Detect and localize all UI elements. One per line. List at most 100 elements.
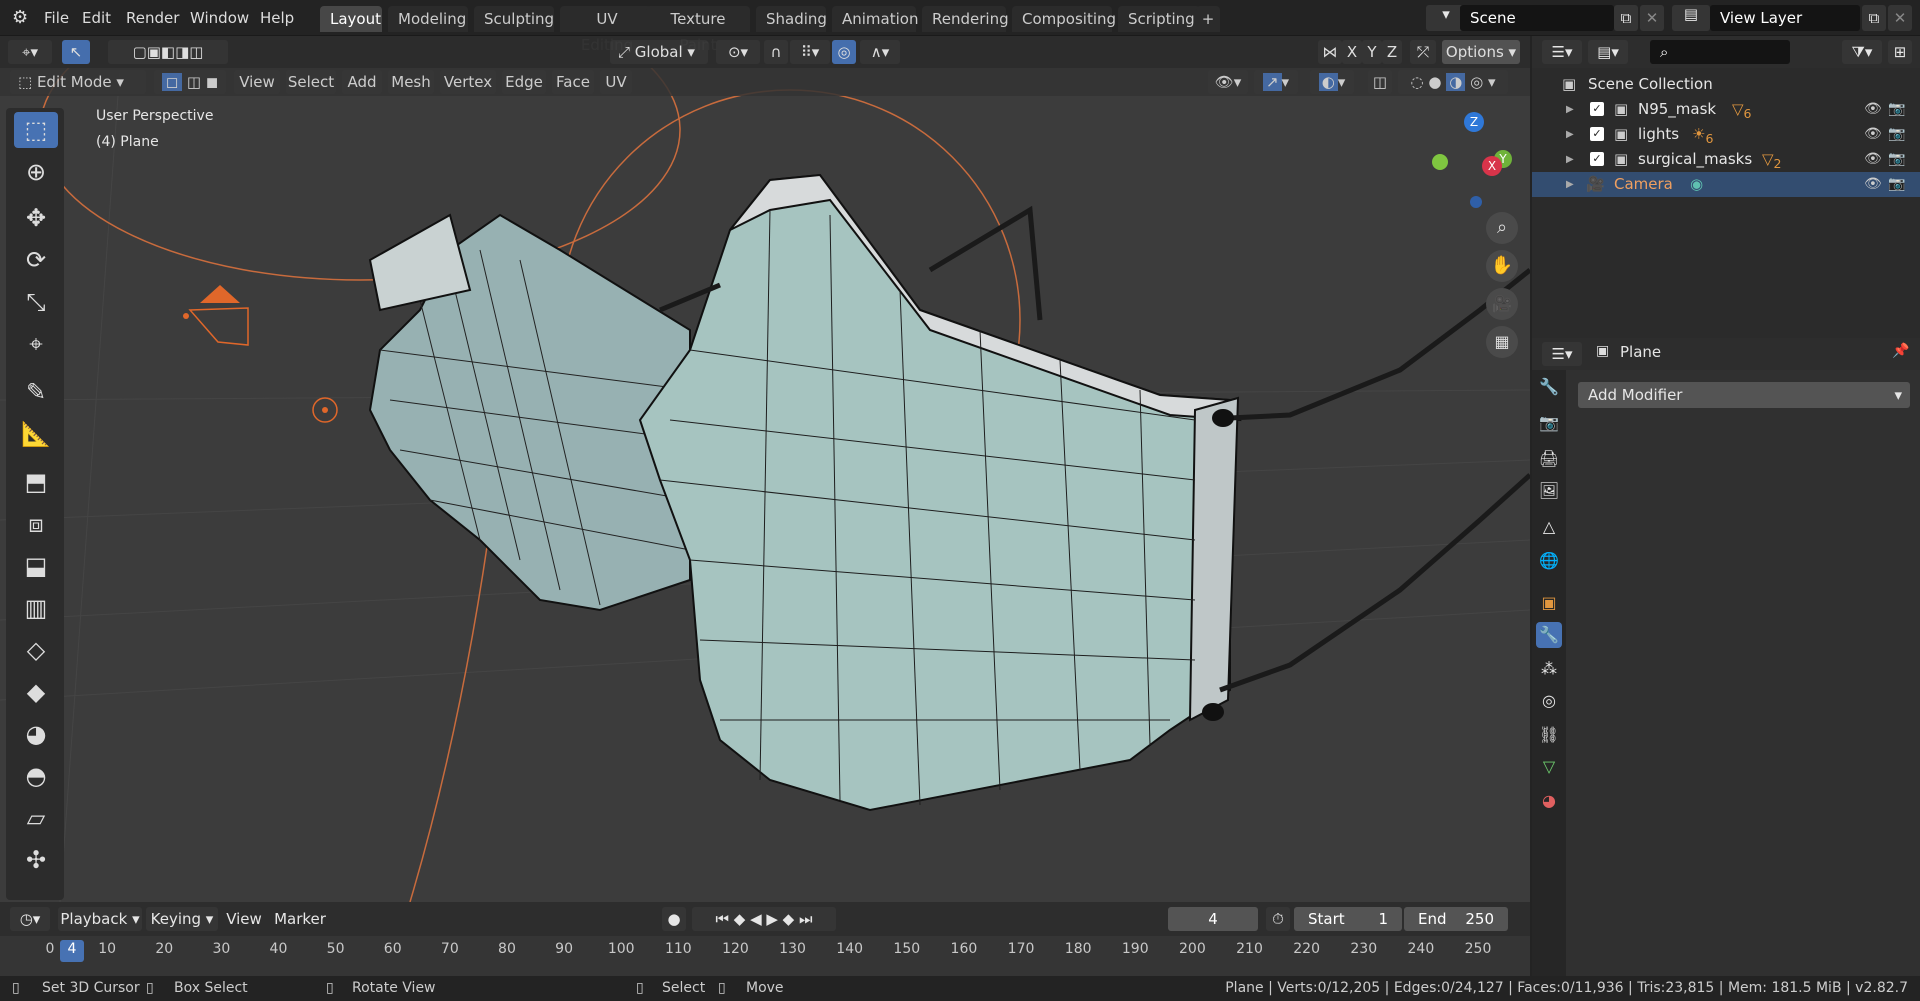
particles-tab-icon[interactable]: ⁂ [1536,656,1562,682]
menu-vertex[interactable]: Vertex [440,70,496,94]
mode-select[interactable]: ⬚ Edit Mode ▾ [10,70,146,94]
selection-mode-icons[interactable]: ▢▣◧◨◫ [108,40,228,64]
properties-editor-icon[interactable]: ☰▾ [1542,342,1582,366]
outliner-editor-icon[interactable]: ☰▾ [1542,40,1582,64]
bevel-icon[interactable]: ⬓ [14,548,58,584]
menu-add[interactable]: Add [342,70,382,94]
view-layer-icon[interactable]: ▤ [1672,5,1710,31]
transform-icon[interactable]: ⌖ [14,326,58,362]
view-layer-tab-icon[interactable]: 🖼 [1536,478,1562,504]
move-icon[interactable]: ✥ [14,200,58,236]
light-object[interactable] [312,397,338,423]
filter-icon[interactable]: ⧩▾ [1842,40,1882,64]
delete-view-layer-icon[interactable]: ✕ [1888,5,1912,31]
exclude-checkbox[interactable]: ✓ [1590,152,1604,166]
new-scene-icon[interactable]: ⧉ [1614,5,1638,31]
keying-menu[interactable]: Keying ▾ [146,907,218,931]
tab-rendering[interactable]: Rendering [922,6,1009,32]
perspective-grid-icon[interactable]: ▦ [1486,326,1518,358]
new-collection-icon[interactable]: ⊞ [1888,40,1912,64]
tab-scripting[interactable]: Scripting [1118,6,1200,32]
render-tab-icon[interactable]: 📷 [1536,410,1562,436]
expand-icon[interactable]: ▶ [1566,97,1574,122]
camera-object[interactable] [183,285,249,346]
outliner-item-camera[interactable]: ▶ 🎥 Camera ◉ 👁 📷 [1532,172,1920,197]
xray-icon[interactable]: ◫ [1368,70,1392,94]
outliner-item-n95-mask[interactable]: ▶ ✓ ▣ N95_mask ▽6 👁 📷 [1532,97,1920,122]
tool-tab-icon[interactable]: 🔧 [1536,374,1562,400]
annotate-icon[interactable]: ✎ [14,374,58,410]
pivot-icon[interactable]: ⊙▾ [716,40,760,64]
display-mode-icon[interactable]: ▤▾ [1588,40,1628,64]
scene-tab-icon[interactable]: △ [1536,514,1562,540]
scale-icon[interactable]: ⤡ [14,284,58,320]
mirror-x-toggle[interactable]: X [1342,40,1362,64]
surgical-mask-mesh[interactable] [638,173,1242,812]
navigation-gizmo[interactable]: Z Y X [1420,104,1520,214]
expand-icon[interactable]: ▶ [1566,172,1574,197]
scene-field[interactable]: Scene [1460,5,1614,31]
timeline-editor-icon[interactable]: ◷▾ [10,907,50,931]
tab-animation[interactable]: Animation [832,6,918,32]
end-frame-field[interactable]: End 250 [1404,907,1508,931]
playback-menu[interactable]: Playback ▾ [58,907,142,931]
marker-menu[interactable]: Marker [272,907,328,931]
render-camera-icon[interactable]: 📷 [1888,172,1905,197]
gizmo-neg-y[interactable] [1432,154,1448,170]
physics-tab-icon[interactable]: ◎ [1536,688,1562,714]
mirror-y-toggle[interactable]: Y [1362,40,1382,64]
menu-face[interactable]: Face [552,70,594,94]
world-tab-icon[interactable]: 🌐 [1536,548,1562,574]
options-dropdown[interactable]: Options ▾ [1442,40,1520,64]
zoom-icon[interactable]: ⌕ [1486,212,1518,244]
menu-edge[interactable]: Edge [502,70,546,94]
gizmo-z-axis[interactable]: Z [1464,112,1484,132]
mesh-data-tab-icon[interactable]: ▽ [1536,754,1562,780]
mesh-select-mode-icons[interactable]: ◻ ◫ ◼ [154,70,226,94]
menu-uv[interactable]: UV [600,70,632,94]
exclude-checkbox[interactable]: ✓ [1590,102,1604,116]
current-frame-field[interactable]: 4 [1168,907,1258,931]
menu-view[interactable]: View [234,70,280,94]
object-tab-icon[interactable]: ▣ [1536,590,1562,616]
render-camera-icon[interactable]: 📷 [1888,122,1905,147]
eye-icon[interactable]: 👁 [1864,147,1882,172]
extrude-icon[interactable]: ⬒ [14,464,58,500]
add-modifier-dropdown[interactable]: Add Modifier ▾ [1578,382,1910,408]
gizmo-neg-z[interactable] [1470,196,1482,208]
snap-icon[interactable]: ∩ [764,40,788,64]
expand-icon[interactable]: ▶ [1566,122,1574,147]
mirror-icon[interactable]: ⋈ [1318,40,1342,64]
expand-icon[interactable]: ▶ [1566,147,1574,172]
select-box-icon[interactable]: ⬚ [14,112,58,148]
shear-icon[interactable]: ▱ [14,800,58,836]
knife-icon[interactable]: ◇ [14,632,58,668]
falloff-icon[interactable]: ∧▾ [860,40,900,64]
menu-render[interactable]: Render [122,6,183,30]
tab-layout[interactable]: Layout [320,6,382,32]
visibility-icon[interactable]: 👁▾ [1208,70,1248,94]
outliner-item-lights[interactable]: ▶ ✓ ▣ lights ☀6 👁 📷 [1532,122,1920,147]
menu-mesh[interactable]: Mesh [388,70,434,94]
tab-modeling[interactable]: Modeling [388,6,468,32]
outliner-item-surgical-masks[interactable]: ▶ ✓ ▣ surgical_masks ▽2 👁 📷 [1532,147,1920,172]
output-tab-icon[interactable]: 🖨 [1536,446,1562,472]
render-camera-icon[interactable]: 📷 [1888,147,1905,172]
n95-mask-mesh[interactable] [368,213,691,612]
rotate-icon[interactable]: ⟳ [14,242,58,278]
stopwatch-icon[interactable]: ⏱ [1266,907,1290,931]
rip-icon[interactable]: ✣ [14,842,58,878]
pin-icon[interactable]: 📌 [1892,343,1909,359]
eye-icon[interactable]: 👁 [1864,122,1882,147]
scene-collection-row[interactable]: ▣ Scene Collection [1532,72,1920,97]
spin-icon[interactable]: ◕ [14,716,58,752]
menu-help[interactable]: Help [256,6,298,30]
tab-sculpting[interactable]: Sculpting [474,6,554,32]
add-workspace-button[interactable]: + [1196,6,1220,32]
render-camera-icon[interactable]: 📷 [1888,97,1905,122]
select-cursor-icon[interactable]: ↖ [62,40,90,64]
pan-hand-icon[interactable]: ✋ [1486,250,1518,282]
start-frame-field[interactable]: Start 1 [1294,907,1402,931]
timeline-view-menu[interactable]: View [224,907,264,931]
loop-cut-icon[interactable]: ▥ [14,590,58,626]
